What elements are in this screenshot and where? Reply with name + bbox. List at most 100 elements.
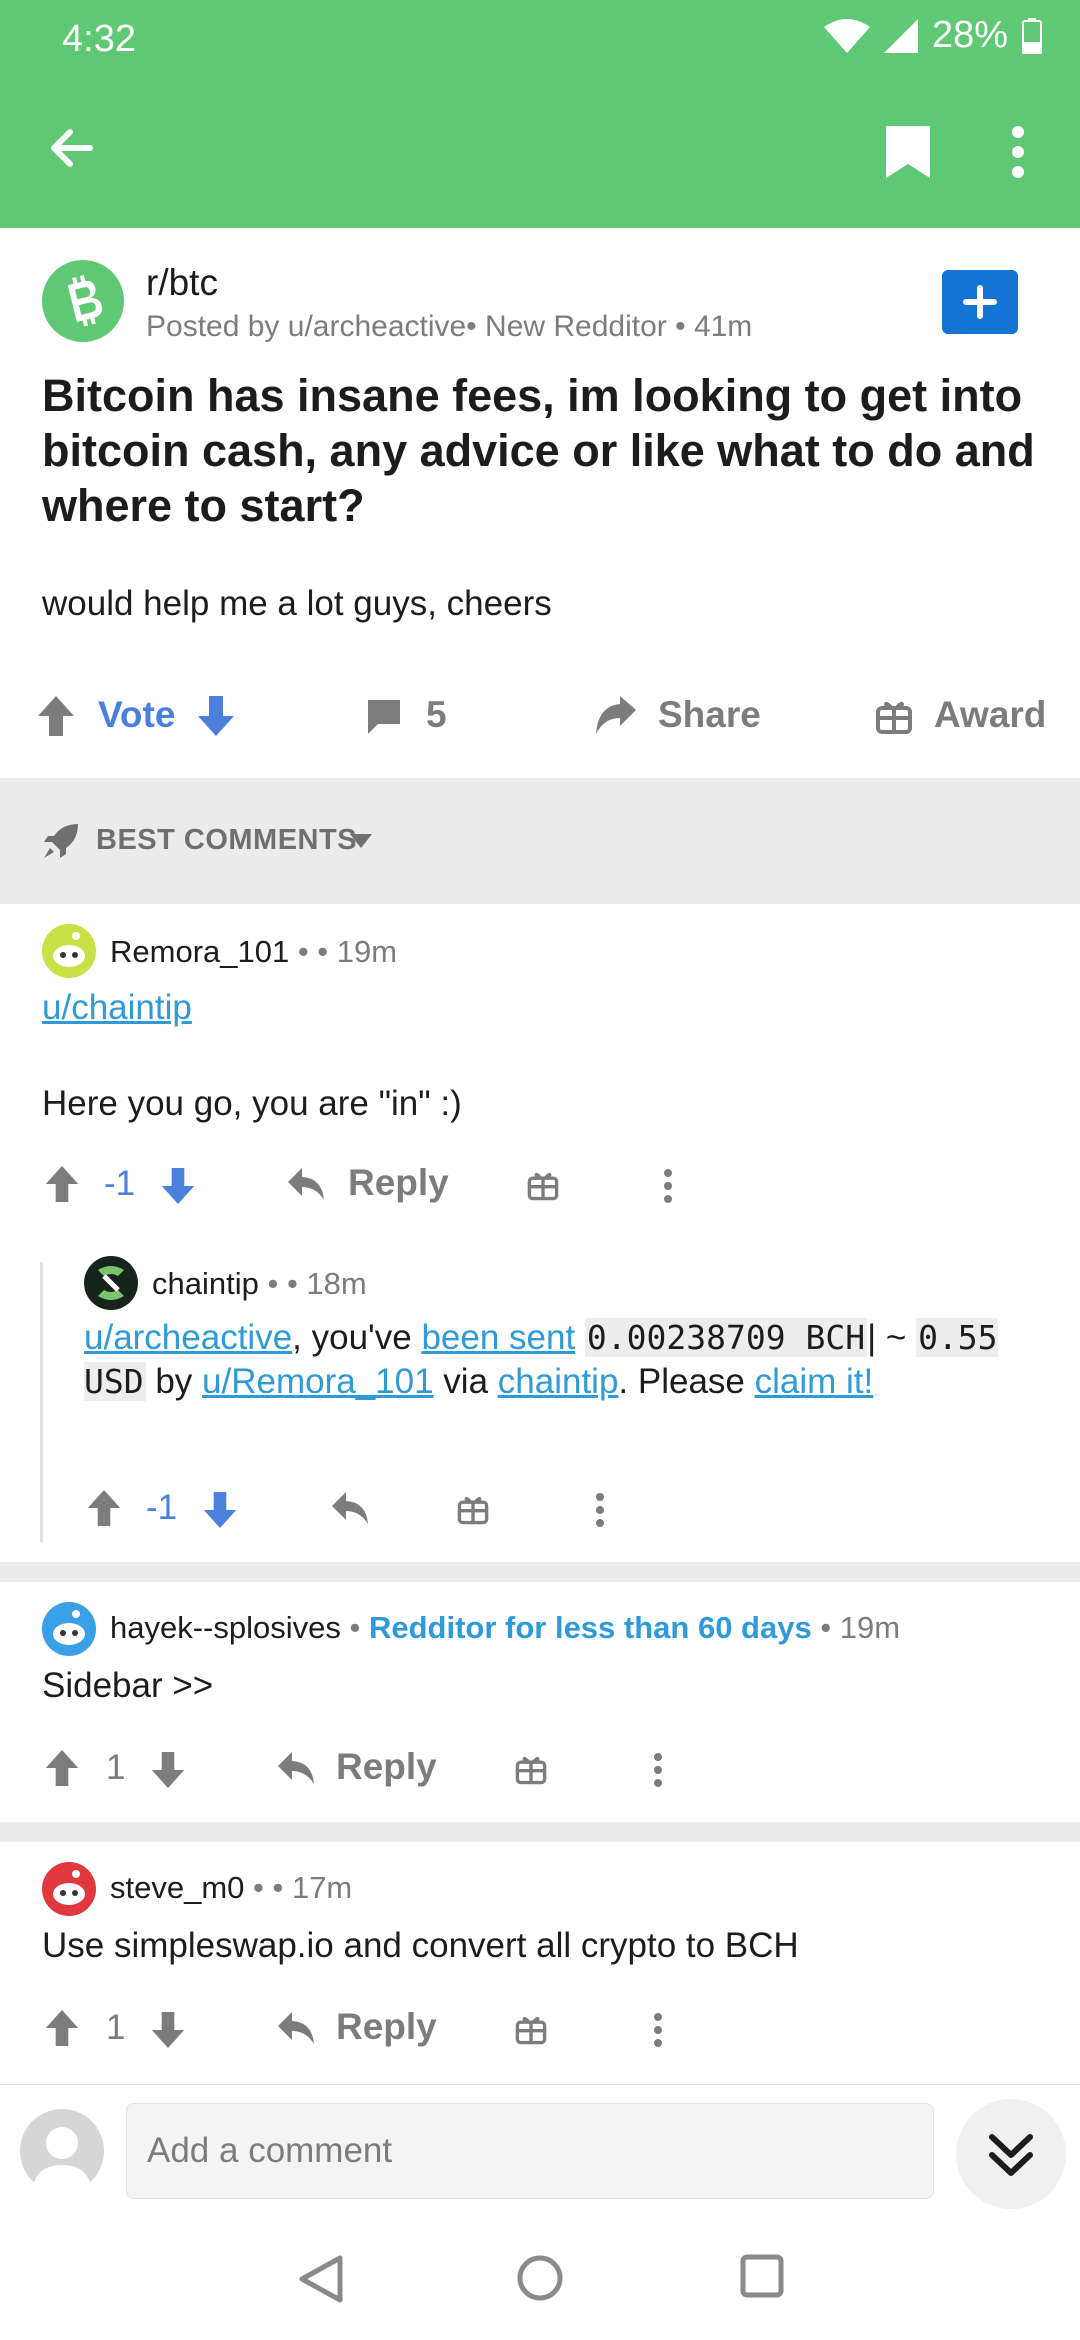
upvote-icon[interactable]: [44, 1748, 80, 1788]
post-meta: Posted by u/archeactive• New Redditor • …: [146, 310, 753, 343]
back-arrow-icon[interactable]: [44, 120, 100, 176]
post-header: r/btc Posted by u/archeactive• New Reddi…: [42, 260, 1042, 350]
reply-button[interactable]: Reply: [348, 1162, 449, 1204]
downvote-icon[interactable]: [196, 694, 236, 738]
comment-author-line: chaintip • • 18m: [152, 1266, 367, 1302]
reply-icon[interactable]: [330, 1490, 370, 1526]
award-icon[interactable]: [526, 1168, 560, 1202]
comment-link[interactable]: u/chaintip: [42, 988, 192, 1028]
share-icon[interactable]: [594, 694, 638, 738]
comment-actions: 1 Reply: [0, 2000, 1080, 2060]
chevron-down-icon: [350, 834, 372, 848]
plus-icon: [963, 285, 997, 319]
reply-icon[interactable]: [286, 1166, 326, 1202]
nav-back-icon[interactable]: [296, 2254, 346, 2304]
status-time: 4:32: [62, 18, 136, 60]
downvote-icon[interactable]: [160, 1166, 196, 1206]
status-bar: 4:32 28%: [0, 0, 1080, 80]
nav-home-icon[interactable]: [516, 2254, 564, 2302]
text-fragment: . Please: [618, 1362, 755, 1401]
comment-actions: 1 Reply: [0, 1740, 1080, 1800]
system-nav-bar: [0, 2216, 1080, 2340]
nav-recents-icon[interactable]: [740, 2254, 784, 2298]
post-title: Bitcoin has insane fees, im looking to g…: [42, 370, 1035, 531]
reply-button[interactable]: Reply: [336, 1746, 437, 1788]
upvote-icon[interactable]: [44, 2008, 80, 2048]
snoo-avatar-icon: [53, 932, 85, 967]
upvote-icon[interactable]: [86, 1488, 122, 1528]
signal-icon: [883, 18, 918, 53]
snoo-avatar-icon: [53, 1610, 85, 1645]
comment-icon[interactable]: [364, 696, 404, 736]
comment-author[interactable]: steve_m0: [110, 1870, 244, 1905]
comment-count[interactable]: 5: [426, 694, 447, 736]
comment-text: u/archeactive, you've been sent 0.002387…: [84, 1316, 1044, 1404]
share-label[interactable]: Share: [658, 694, 761, 736]
claim-link[interactable]: claim it!: [755, 1362, 874, 1401]
join-subreddit-button[interactable]: [942, 270, 1018, 334]
reply-icon[interactable]: [276, 2010, 316, 2046]
downvote-icon[interactable]: [150, 2010, 186, 2050]
been-sent-link[interactable]: been sent: [421, 1318, 575, 1357]
subreddit-name[interactable]: r/btc: [146, 262, 218, 304]
avatar[interactable]: [42, 1862, 96, 1916]
post-actions: Vote 5 Share Award: [0, 680, 1080, 780]
award-icon[interactable]: [514, 1752, 548, 1786]
upvote-icon[interactable]: [36, 694, 76, 738]
downvote-icon[interactable]: [150, 1750, 186, 1790]
bitcoin-cash-logo-icon: [67, 275, 103, 327]
comment-meta: • 19m: [811, 1610, 901, 1645]
comment-divider: [0, 1562, 1080, 1582]
upvote-icon[interactable]: [44, 1164, 80, 1204]
text-fragment: , you've: [292, 1318, 422, 1357]
snoo-avatar-icon: [53, 1870, 85, 1905]
comment-score: -1: [146, 1488, 178, 1527]
comment-text: Sidebar >>: [42, 1666, 214, 1705]
comment-author[interactable]: hayek--splosives: [110, 1610, 341, 1645]
status-icons: 28%: [823, 14, 1042, 57]
comment-author-line: hayek--splosives • Redditor for less tha…: [110, 1610, 900, 1646]
more-vert-icon[interactable]: [652, 2012, 664, 2048]
award-icon[interactable]: [456, 1492, 490, 1526]
more-vert-icon[interactable]: [594, 1492, 606, 1528]
jump-to-next-comment-button[interactable]: [956, 2099, 1066, 2209]
more-vert-icon[interactable]: [1008, 124, 1028, 180]
add-comment-input[interactable]: [126, 2103, 934, 2199]
comment-author-line: steve_m0 • • 17m: [110, 1870, 352, 1906]
comment-sort-bar[interactable]: BEST COMMENTS: [0, 778, 1080, 904]
bookmark-icon[interactable]: [884, 124, 932, 180]
comment-actions: -1: [0, 1480, 1080, 1540]
reply-button[interactable]: Reply: [336, 2006, 437, 2048]
amount-code: 0.00238709 BCH: [584, 1318, 868, 1357]
wifi-icon: [823, 18, 870, 53]
comment-meta: • • 18m: [258, 1266, 367, 1301]
default-user-icon: [32, 2127, 92, 2193]
vote-label: Vote: [98, 694, 176, 735]
comment-author-line: Remora_101 • • 19m: [110, 934, 397, 970]
downvote-icon[interactable]: [202, 1490, 238, 1530]
comment-author[interactable]: chaintip: [152, 1266, 259, 1301]
battery-icon: [1022, 17, 1042, 54]
award-icon[interactable]: [874, 696, 914, 736]
more-vert-icon[interactable]: [662, 1168, 674, 1204]
comment-author[interactable]: Remora_101: [110, 934, 289, 969]
app-bar: [0, 80, 1080, 228]
text-fragment: via: [433, 1362, 498, 1401]
avatar[interactable]: [42, 924, 96, 978]
comment-meta: • • 17m: [244, 1870, 353, 1905]
avatar[interactable]: [84, 1256, 138, 1310]
text-fragment: [575, 1318, 585, 1357]
comment-text: Here you go, you are "in" :): [42, 1084, 462, 1123]
reply-icon[interactable]: [276, 1750, 316, 1786]
more-vert-icon[interactable]: [652, 1752, 664, 1788]
sender-link[interactable]: u/Remora_101: [202, 1362, 434, 1401]
avatar[interactable]: [42, 1602, 96, 1656]
award-icon[interactable]: [514, 2012, 548, 2046]
user-avatar[interactable]: [20, 2109, 104, 2193]
user-link[interactable]: u/archeactive: [84, 1318, 292, 1357]
award-label[interactable]: Award: [934, 694, 1046, 736]
comment-score: 1: [106, 2008, 126, 2047]
chaintip-link[interactable]: chaintip: [498, 1362, 619, 1401]
subreddit-icon[interactable]: [42, 260, 124, 342]
comment-score: -1: [104, 1164, 136, 1203]
